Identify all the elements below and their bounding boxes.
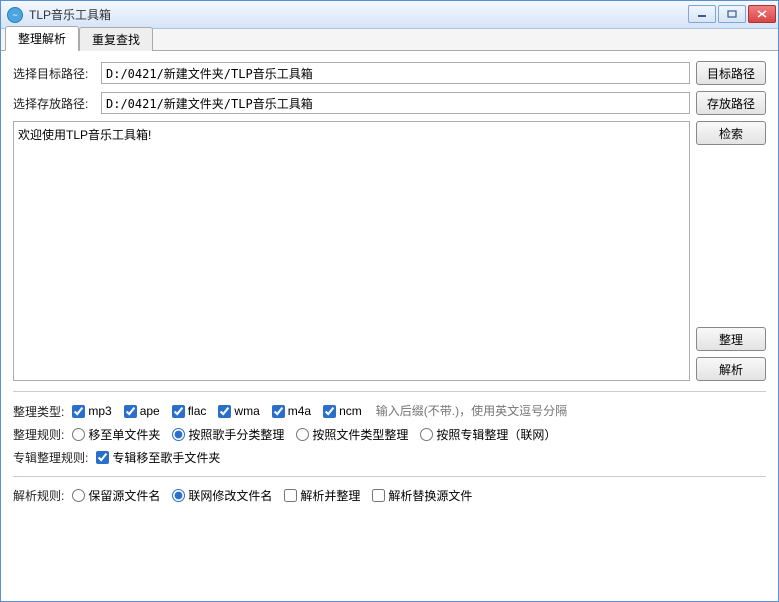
divider-2 xyxy=(13,476,766,477)
tab-duplicate-find[interactable]: 重复查找 xyxy=(79,27,153,51)
chk-wma[interactable]: wma xyxy=(218,404,259,418)
rule-row: 整理规则: 移至单文件夹 按照歌手分类整理 按照文件类型整理 按照专辑整理（联网… xyxy=(13,426,766,443)
save-path-input[interactable] xyxy=(101,92,690,114)
chk-parse-replace-source[interactable]: 解析替换源文件 xyxy=(372,487,472,504)
chk-mp3[interactable]: mp3 xyxy=(72,404,111,418)
minimize-icon xyxy=(697,10,707,18)
chk-parse-and-organize[interactable]: 解析并整理 xyxy=(284,487,360,504)
close-button[interactable] xyxy=(748,5,776,23)
type-row: 整理类型: mp3 ape flac wma m4a ncm xyxy=(13,402,766,420)
rdo-by-filetype[interactable]: 按照文件类型整理 xyxy=(296,426,408,443)
chk-album-to-artist[interactable]: 专辑移至歌手文件夹 xyxy=(96,449,220,466)
titlebar: ~ TLP音乐工具箱 xyxy=(1,1,778,29)
log-side-buttons: 检索 整理 解析 xyxy=(696,121,766,381)
content-area: 选择目标路径: 目标路径 选择存放路径: 存放路径 检索 整理 解析 整理类型:… xyxy=(1,51,778,601)
app-window: ~ TLP音乐工具箱 整理解析 重复查找 选择目标路径: 目标路径 选择存放路径… xyxy=(0,0,779,602)
rdo-single-folder[interactable]: 移至单文件夹 xyxy=(72,426,160,443)
divider-1 xyxy=(13,391,766,392)
rdo-by-album[interactable]: 按照专辑整理（联网） xyxy=(420,426,556,443)
rdo-keep-source-name[interactable]: 保留源文件名 xyxy=(72,487,160,504)
parse-button[interactable]: 解析 xyxy=(696,357,766,381)
organize-button[interactable]: 整理 xyxy=(696,327,766,351)
chk-flac[interactable]: flac xyxy=(172,404,207,418)
type-label: 整理类型: xyxy=(13,403,64,420)
target-path-button[interactable]: 目标路径 xyxy=(696,61,766,85)
album-rule-row: 专辑整理规则: 专辑移至歌手文件夹 xyxy=(13,449,766,466)
chk-ncm[interactable]: ncm xyxy=(323,404,362,418)
album-rule-label: 专辑整理规则: xyxy=(13,449,88,466)
tab-organize-parse[interactable]: 整理解析 xyxy=(5,26,79,51)
rule-label: 整理规则: xyxy=(13,426,64,443)
close-icon xyxy=(757,10,767,18)
log-textarea[interactable] xyxy=(13,121,690,381)
maximize-icon xyxy=(727,10,737,18)
log-row: 检索 整理 解析 xyxy=(13,121,766,381)
window-title: TLP音乐工具箱 xyxy=(29,6,686,23)
app-icon: ~ xyxy=(7,7,23,23)
maximize-button[interactable] xyxy=(718,5,746,23)
save-path-label: 选择存放路径: xyxy=(13,95,95,112)
chk-ape[interactable]: ape xyxy=(124,404,160,418)
target-path-row: 选择目标路径: 目标路径 xyxy=(13,61,766,85)
rdo-by-artist[interactable]: 按照歌手分类整理 xyxy=(172,426,284,443)
target-path-input[interactable] xyxy=(101,62,690,84)
parse-rule-label: 解析规则: xyxy=(13,487,64,504)
save-path-button[interactable]: 存放路径 xyxy=(696,91,766,115)
tabstrip: 整理解析 重复查找 xyxy=(1,29,778,51)
rdo-online-rename[interactable]: 联网修改文件名 xyxy=(172,487,272,504)
parse-rule-row: 解析规则: 保留源文件名 联网修改文件名 解析并整理 解析替换源文件 xyxy=(13,487,766,504)
target-path-label: 选择目标路径: xyxy=(13,65,95,82)
minimize-button[interactable] xyxy=(688,5,716,23)
window-controls xyxy=(686,5,776,25)
chk-m4a[interactable]: m4a xyxy=(272,404,311,418)
save-path-row: 选择存放路径: 存放路径 xyxy=(13,91,766,115)
search-button[interactable]: 检索 xyxy=(696,121,766,145)
suffix-input[interactable] xyxy=(374,402,766,420)
